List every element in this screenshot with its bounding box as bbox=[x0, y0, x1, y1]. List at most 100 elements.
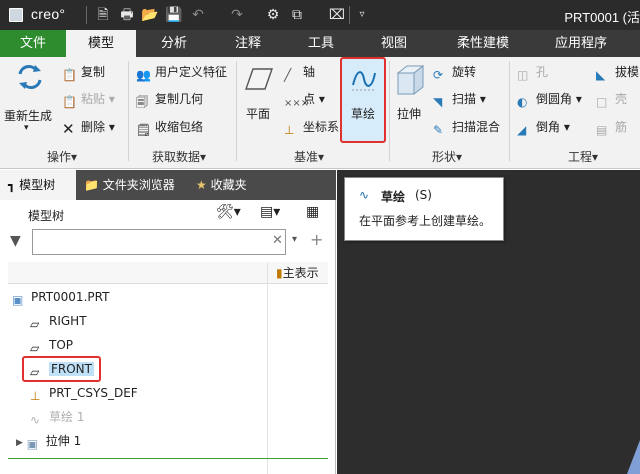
sketch-icon bbox=[352, 71, 376, 91]
swept-blend-button[interactable]: ✎ 扫描混合 bbox=[433, 118, 500, 137]
expand-arrow-icon[interactable]: ▶ bbox=[16, 438, 23, 448]
shell-button[interactable]: □ 壳 bbox=[596, 90, 627, 109]
model-tree-panel: ┓ 模型树 📁 文件夹浏览器 ★ 收藏夹 模型树 🛠▾ ▤▾ ▦ ▼ ✕ ▾ +… bbox=[0, 170, 336, 474]
shrinkwrap-button[interactable]: 🗒 收缩包络 bbox=[136, 118, 203, 137]
sketch-button-label: 草绘 bbox=[350, 107, 375, 121]
new-file-icon[interactable]: 🗎 bbox=[92, 4, 114, 26]
tree-node-sketch[interactable]: ∿ 草绘 1 bbox=[30, 408, 84, 427]
tree-node-part[interactable]: ▣ PRT0001.PRT bbox=[12, 288, 109, 307]
csys-button[interactable]: ⊥ 坐标系 bbox=[284, 118, 339, 137]
customize-dropdown-icon[interactable]: ▿ bbox=[351, 4, 373, 26]
shapes-group-label[interactable]: 形状▾ bbox=[432, 148, 462, 165]
tree-node-top[interactable]: ▱ TOP bbox=[30, 336, 73, 355]
round-icon: ◐ bbox=[517, 95, 528, 109]
open-folder-icon[interactable]: 📂 bbox=[139, 4, 161, 26]
plane-icon[interactable] bbox=[245, 67, 273, 91]
datum-group-label[interactable]: 基准▾ bbox=[294, 148, 324, 165]
operations-group-label[interactable]: 操作▾ bbox=[47, 148, 77, 165]
extrude-icon[interactable] bbox=[395, 63, 425, 97]
tree-settings-icon[interactable]: 🛠▾ bbox=[216, 204, 241, 220]
add-filter-icon[interactable]: + bbox=[310, 230, 323, 249]
hole-button[interactable]: ◫ 孔 bbox=[517, 63, 548, 82]
search-dropdown-icon[interactable]: ▾ bbox=[292, 234, 297, 245]
regenerate-icon[interactable] bbox=[15, 62, 45, 92]
revolve-button[interactable]: ⟳ 旋转 bbox=[433, 63, 476, 82]
delete-button[interactable]: ✕ 删除 ▾ bbox=[62, 118, 115, 138]
tree-node-right[interactable]: ▱ RIGHT bbox=[30, 312, 87, 331]
tree-columns-icon[interactable]: ▦ bbox=[306, 204, 319, 220]
group-divider bbox=[509, 61, 510, 161]
master-rep-icon: ▮ bbox=[276, 266, 283, 280]
copy-geometry-button[interactable]: 🗐 复制几何 bbox=[136, 90, 203, 109]
regenerate-button[interactable]: 重新生成 bbox=[4, 107, 52, 124]
udf-icon: 👥 bbox=[136, 68, 151, 82]
tree-show-icon[interactable]: ▤▾ bbox=[260, 204, 280, 220]
axis-icon: ╱ bbox=[284, 68, 292, 82]
undo-icon[interactable]: ↶ bbox=[187, 4, 209, 26]
extrude-button[interactable]: 拉伸 bbox=[397, 105, 421, 122]
csys-icon: ⊥ bbox=[284, 123, 295, 137]
copy-button[interactable]: 📋 复制 bbox=[62, 63, 105, 82]
toolbar-separator bbox=[349, 6, 350, 24]
folder-icon: 📁 bbox=[84, 178, 99, 192]
tab-model[interactable]: 模型 bbox=[66, 30, 136, 57]
udf-button[interactable]: 👥 用户定义特征 bbox=[136, 63, 227, 82]
print-icon[interactable]: 🖶 bbox=[116, 4, 138, 26]
window-title: PRT0001 (活 bbox=[564, 10, 640, 25]
insert-here-indicator[interactable] bbox=[8, 458, 328, 459]
save-icon[interactable]: 💾 bbox=[163, 4, 185, 26]
tab-model-tree[interactable]: ┓ 模型树 bbox=[0, 170, 76, 200]
model-tree-tab-icon: ┓ bbox=[8, 178, 16, 192]
sketch-button[interactable]: 草绘 bbox=[340, 57, 386, 143]
draft-icon: ◣ bbox=[596, 68, 606, 82]
datum-plane-icon: ▱ bbox=[30, 341, 40, 355]
model-tree-search-input[interactable] bbox=[32, 229, 286, 255]
tab-file[interactable]: 文件 bbox=[0, 30, 66, 57]
tab-annotate[interactable]: 注释 bbox=[220, 30, 276, 57]
round-button[interactable]: ◐ 倒圆角 ▾ bbox=[517, 90, 582, 109]
rib-button[interactable]: ▤ 筋 bbox=[596, 118, 627, 137]
draft-button[interactable]: ◣ 拔模 bbox=[596, 63, 639, 82]
group-divider bbox=[128, 61, 129, 161]
title-bar: creo° 🗎 🖶 📂 💾 ↶ ↷ ⚙ ⧉ ⌧ ▿ PRT0001 (活 bbox=[0, 0, 640, 30]
tab-applications[interactable]: 应用程序 bbox=[546, 30, 616, 57]
swept-blend-icon: ✎ bbox=[433, 123, 444, 137]
column-splitter[interactable] bbox=[267, 262, 268, 474]
chamfer-button[interactable]: ◢ 倒角 ▾ bbox=[517, 118, 570, 137]
sketch-tree-icon: ∿ bbox=[30, 413, 41, 427]
tab-analysis[interactable]: 分析 bbox=[146, 30, 202, 57]
group-divider bbox=[389, 61, 390, 161]
engineering-group-label[interactable]: 工程▾ bbox=[568, 148, 598, 165]
regenerate-dropdown-icon[interactable]: ▾ bbox=[24, 123, 29, 133]
sweep-button[interactable]: ◥ 扫描 ▾ bbox=[433, 90, 486, 109]
tab-folder-browser[interactable]: 📁 文件夹浏览器 bbox=[84, 170, 188, 200]
tree-node-csys[interactable]: ⊥ PRT_CSYS_DEF bbox=[30, 384, 138, 403]
regenerate-quick-icon[interactable]: ⚙ bbox=[262, 4, 284, 26]
sketch-tooltip: ∿ 草绘 (S) 在平面参考上创建草绘。 bbox=[344, 177, 504, 241]
plane-button[interactable]: 平面 bbox=[246, 105, 270, 122]
shrinkwrap-icon: 🗒 bbox=[136, 123, 152, 137]
redo-icon[interactable]: ↷ bbox=[226, 4, 248, 26]
point-button[interactable]: ×××点 ▾ bbox=[284, 90, 325, 111]
front-highlight-box bbox=[22, 356, 101, 382]
toolbar-separator bbox=[86, 6, 87, 24]
tree-node-extrude[interactable]: ▶ ▣ 拉伸 1 bbox=[16, 432, 81, 452]
chamfer-icon: ◢ bbox=[517, 123, 527, 137]
tab-view[interactable]: 视图 bbox=[366, 30, 422, 57]
master-rep-column[interactable]: ▮主表示 bbox=[276, 264, 319, 281]
tab-tools[interactable]: 工具 bbox=[293, 30, 349, 57]
shell-icon: □ bbox=[596, 95, 608, 109]
clear-search-icon[interactable]: ✕ bbox=[272, 233, 283, 248]
axis-button[interactable]: ╱ 轴 bbox=[284, 63, 315, 82]
tooltip-title: 草绘 bbox=[381, 190, 406, 204]
tab-favorites[interactable]: ★ 收藏夹 bbox=[196, 170, 266, 200]
tab-flexible-modeling[interactable]: 柔性建模 bbox=[448, 30, 518, 57]
rib-icon: ▤ bbox=[596, 123, 608, 137]
close-window-icon[interactable]: ⌧ bbox=[326, 4, 348, 26]
ribbon-tab-bar: 文件 模型 分析 注释 工具 视图 柔性建模 应用程序 bbox=[0, 30, 640, 57]
copy-icon: 📋 bbox=[62, 68, 77, 82]
windows-icon[interactable]: ⧉ bbox=[286, 4, 308, 26]
paste-button[interactable]: 📋 粘贴 ▾ bbox=[62, 90, 115, 109]
get-data-group-label[interactable]: 获取数据▾ bbox=[152, 148, 206, 165]
datum-plane-icon: ▱ bbox=[30, 317, 40, 331]
